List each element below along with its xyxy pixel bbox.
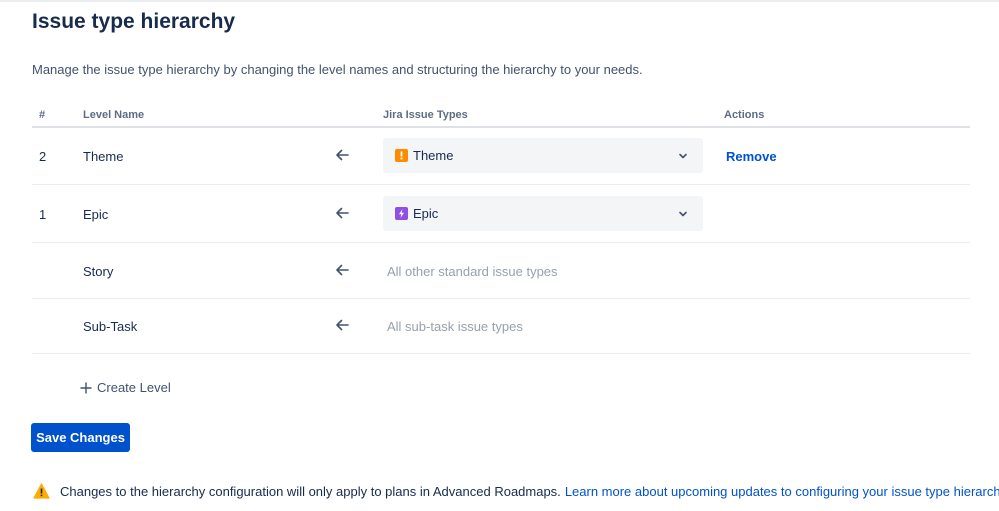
- issue-types-text: All sub-task issue types: [387, 319, 523, 334]
- page-title: Issue type hierarchy: [32, 10, 236, 33]
- level-name: Sub-Task: [83, 319, 138, 334]
- issue-type-value: Theme: [413, 148, 454, 163]
- chevron-down-icon: [679, 211, 687, 217]
- create-level-button[interactable]: Create Level: [80, 380, 171, 395]
- warning-message: Changes to the hierarchy configuration w…: [33, 483, 999, 499]
- header-level-name: Level Name: [83, 109, 145, 121]
- issue-type-select[interactable]: Epic: [383, 196, 703, 231]
- plus-icon: [80, 381, 92, 394]
- table-row: 1 Epic Epic: [32, 185, 970, 243]
- level-name: Story: [83, 264, 114, 279]
- table-row: Story All other standard issue types: [32, 243, 970, 299]
- table-row: 2 Theme Theme Remove: [32, 128, 970, 185]
- learn-more-link[interactable]: Learn more about upcoming updates to con…: [565, 484, 999, 499]
- issue-type-select[interactable]: Theme: [383, 138, 703, 173]
- table-row: Sub-Task All sub-task issue types: [32, 299, 970, 354]
- arrow-left-icon: [336, 319, 349, 331]
- create-level-label: Create Level: [97, 380, 171, 395]
- arrow-left-icon: [336, 149, 349, 161]
- arrow-left-icon: [336, 207, 349, 219]
- header-number: #: [39, 109, 46, 121]
- save-changes-button[interactable]: Save Changes: [31, 423, 130, 452]
- hierarchy-table: # Level Name Jira Issue Types Actions 2 …: [32, 100, 970, 354]
- exclamation-icon: [395, 149, 408, 162]
- warning-icon: [33, 483, 50, 499]
- level-number: 1: [39, 207, 47, 222]
- header-actions: Actions: [724, 109, 765, 121]
- lightning-icon: [395, 207, 408, 220]
- issue-types-text: All other standard issue types: [387, 264, 558, 279]
- issue-type-value: Epic: [413, 206, 439, 221]
- page-description: Manage the issue type hierarchy by chang…: [32, 62, 643, 77]
- remove-button[interactable]: Remove: [726, 149, 777, 164]
- level-name: Theme: [83, 149, 124, 164]
- top-divider: [0, 0, 999, 2]
- chevron-down-icon: [679, 153, 687, 159]
- warning-text: Changes to the hierarchy configuration w…: [60, 483, 561, 499]
- arrow-left-icon: [336, 264, 349, 276]
- level-name: Epic: [83, 207, 109, 222]
- level-number: 2: [39, 149, 47, 164]
- table-header: # Level Name Jira Issue Types Actions: [32, 100, 970, 128]
- header-issue-types: Jira Issue Types: [383, 109, 468, 121]
